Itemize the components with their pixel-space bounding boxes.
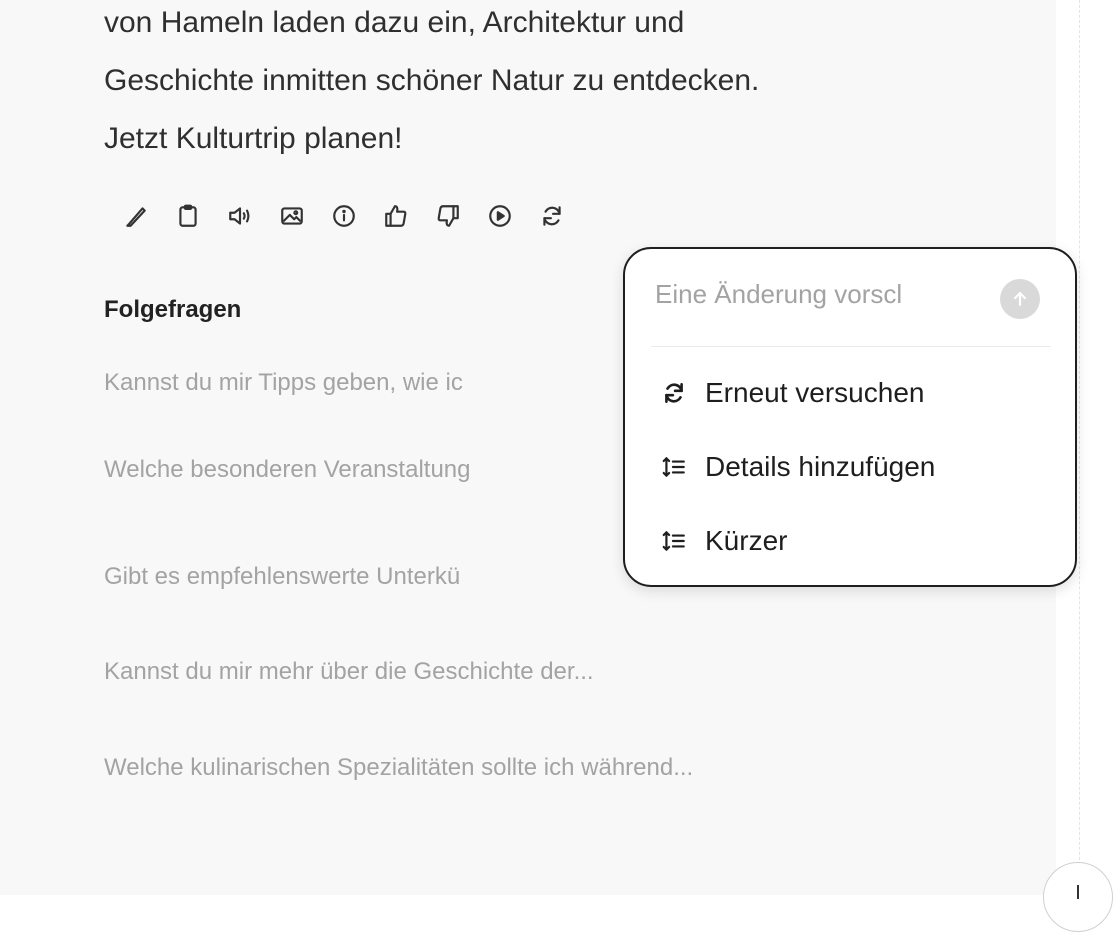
- scroll-button[interactable]: [1043, 862, 1113, 932]
- message-line: Jetzt Kulturtrip planen!: [104, 122, 403, 155]
- followup-question[interactable]: Gibt es empfehlenswerte Unterkü: [104, 563, 460, 591]
- edit-suggestion-popup: Erneut versuchen Details hinzufügen Kürz…: [623, 247, 1077, 587]
- thumbs-up-icon[interactable]: [376, 196, 416, 236]
- panel-divider: [1079, 0, 1080, 895]
- send-button[interactable]: [1000, 279, 1040, 319]
- image-icon[interactable]: [272, 196, 312, 236]
- message-line: Geschichte inmitten schöner Natur zu ent…: [104, 64, 760, 97]
- add-details-menu-item[interactable]: Details hinzufügen: [661, 451, 935, 483]
- expand-lines-icon: [662, 531, 685, 551]
- thumbs-down-icon[interactable]: [428, 196, 468, 236]
- expand-lines-icon: [662, 457, 685, 477]
- clipboard-icon[interactable]: [168, 196, 208, 236]
- refresh-icon[interactable]: [532, 196, 572, 236]
- change-suggestion-input[interactable]: [655, 279, 985, 310]
- shorter-menu-item[interactable]: Kürzer: [661, 525, 787, 557]
- retry-menu-item[interactable]: Erneut versuchen: [661, 377, 924, 409]
- followup-question[interactable]: Kannst du mir Tipps geben, wie ic: [104, 369, 463, 397]
- followups-title: Folgefragen: [104, 296, 242, 323]
- info-icon[interactable]: [324, 196, 364, 236]
- popup-separator: [651, 346, 1051, 347]
- refresh-icon: [665, 383, 683, 403]
- menu-item-label: Details hinzufügen: [705, 451, 936, 482]
- menu-item-label: Kürzer: [705, 525, 788, 556]
- assistant-message: von Hameln laden dazu ein, Architektur u…: [104, 0, 1004, 168]
- followup-question[interactable]: Welche kulinarischen Spezialitäten sollt…: [104, 754, 693, 782]
- message-line: von Hameln laden dazu ein, Architektur u…: [104, 6, 685, 39]
- arrow-down-icon: [1077, 885, 1079, 899]
- followup-question[interactable]: Kannst du mir mehr über die Geschichte d…: [104, 658, 594, 686]
- followup-question[interactable]: Welche besonderen Veranstaltung: [104, 456, 470, 484]
- message-actions: [116, 196, 572, 236]
- speaker-icon[interactable]: [220, 196, 260, 236]
- menu-item-label: Erneut versuchen: [705, 377, 925, 408]
- play-icon[interactable]: [480, 196, 520, 236]
- arrow-up-icon: [1013, 292, 1027, 306]
- pencil-icon[interactable]: [116, 196, 156, 236]
